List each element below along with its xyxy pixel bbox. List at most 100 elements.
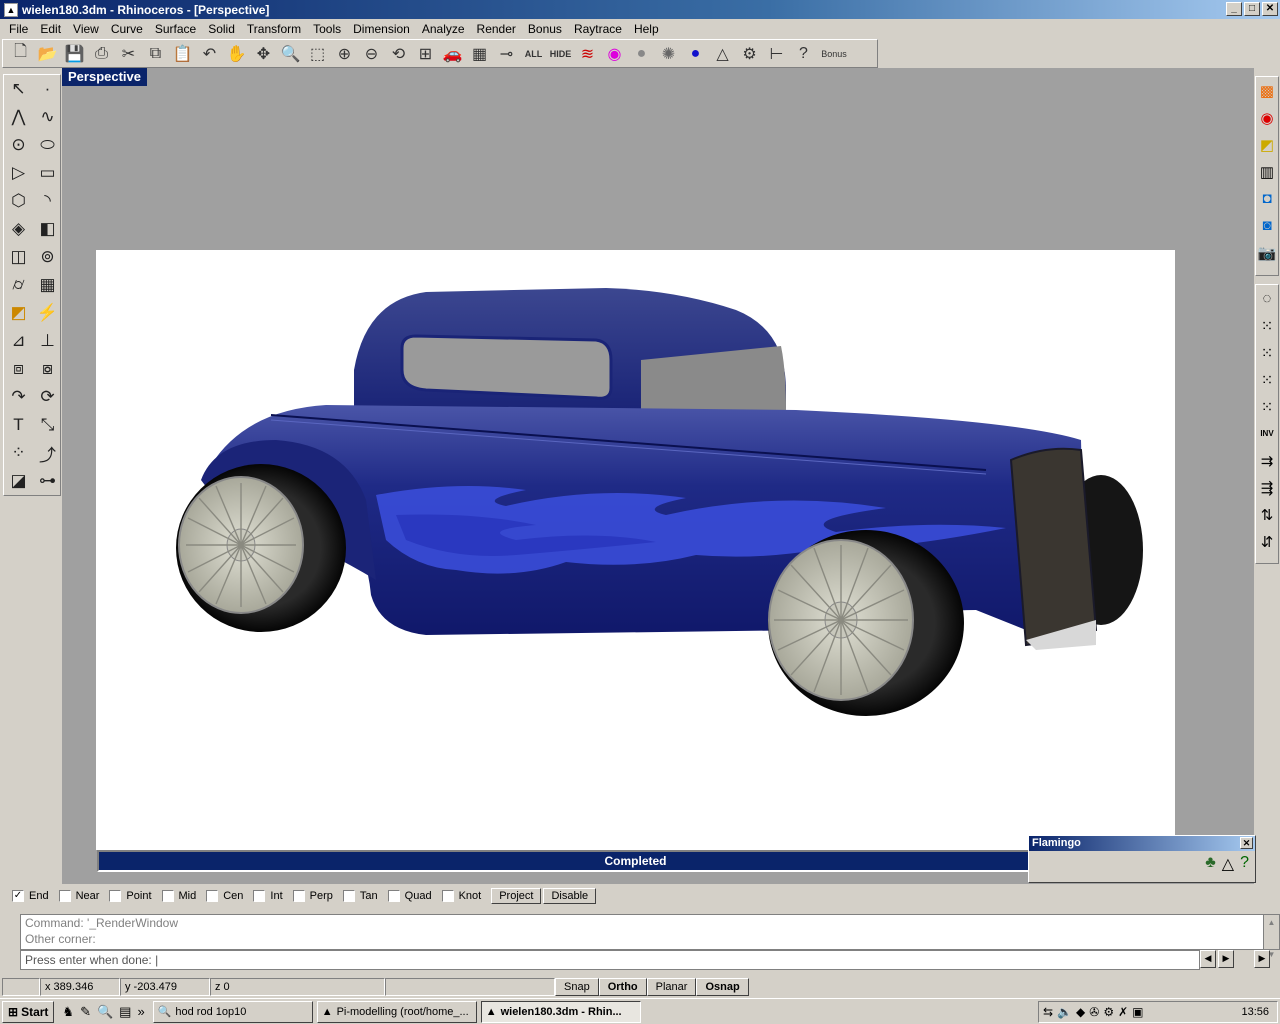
menu-solid[interactable]: Solid <box>202 22 241 36</box>
tray-app-icon-5[interactable]: ▣ <box>1132 1005 1143 1019</box>
points-row-icon[interactable]: ⁙ <box>1256 366 1278 393</box>
dimension-icon[interactable]: ⊢ <box>763 41 790 67</box>
box-icon[interactable]: ◫ <box>4 243 33 271</box>
texture-icon[interactable]: ▥ <box>1256 158 1278 185</box>
surface-points-icon[interactable]: ◈ <box>4 215 33 243</box>
rectangle-icon[interactable]: ▭ <box>33 159 62 187</box>
osnap-end[interactable]: ✓ End <box>12 890 49 902</box>
zoom-window-icon[interactable]: ⬚ <box>304 41 331 67</box>
ortho-toggle[interactable]: Ortho <box>598 977 647 996</box>
tray-network-icon[interactable]: ⇆ <box>1043 1005 1053 1019</box>
task-wielen180[interactable]: ▲ wielen180.3dm - Rhin... <box>480 1000 641 1023</box>
osnap-int[interactable]: Int <box>253 890 283 902</box>
tray-app-icon-2[interactable]: ✇ <box>1089 1005 1099 1019</box>
scale-icon[interactable]: ⤡ <box>33 411 62 439</box>
osnap-point[interactable]: Point <box>109 890 152 902</box>
ellipse-icon[interactable]: ⬭ <box>33 131 62 159</box>
osnap-tan[interactable]: Tan <box>342 890 378 902</box>
polygon-icon[interactable]: ▷ <box>4 159 33 187</box>
help-icon[interactable]: ? <box>790 41 817 67</box>
four-viewports-icon[interactable]: ⊞ <box>412 41 439 67</box>
circle-icon[interactable]: ⊙ <box>4 131 33 159</box>
points-grid-icon[interactable]: ⁙ <box>1256 339 1278 366</box>
mesh-icon[interactable]: ▦ <box>33 271 62 299</box>
osnap-point-checkbox[interactable] <box>109 890 122 902</box>
menu-tools[interactable]: Tools <box>307 22 347 36</box>
cylinder-icon[interactable]: ⌭ <box>4 271 33 299</box>
decal-edit-icon[interactable]: ◙ <box>1256 212 1278 239</box>
menu-transform[interactable]: Transform <box>241 22 307 36</box>
osnap-tan-checkbox[interactable] <box>342 890 355 902</box>
layer-cell[interactable] <box>385 977 555 996</box>
show-all-button[interactable]: ALL <box>520 41 547 67</box>
close-button[interactable]: ✕ <box>1262 2 1278 16</box>
undo-view-icon[interactable]: ⟲ <box>385 41 412 67</box>
osnap-near[interactable]: Near <box>58 890 99 902</box>
menu-help[interactable]: Help <box>628 22 665 36</box>
blue-sphere-icon[interactable]: ● <box>682 41 709 67</box>
tray-volume-icon[interactable]: 🔈 <box>1057 1005 1072 1019</box>
planar-toggle[interactable]: Planar <box>646 977 697 996</box>
command-scroll-end-button[interactable]: ▶ <box>1254 950 1270 968</box>
quicklaunch-app-icon-2[interactable]: ✎ <box>80 1004 91 1020</box>
invert-selection-button[interactable]: INV <box>1256 420 1278 447</box>
quicklaunch-app-icon-1[interactable]: ♞ <box>62 1004 74 1020</box>
print-icon[interactable]: ⎙ <box>88 41 115 67</box>
osnap-quad-checkbox[interactable] <box>387 890 400 902</box>
command-history-scrollbar[interactable]: ▲ ▼ <box>1263 915 1279 959</box>
lasso-icon[interactable]: ◌ <box>1256 285 1278 312</box>
layers-icon[interactable]: ≋ <box>574 41 601 67</box>
osnap-cen[interactable]: Cen <box>206 890 243 902</box>
split-icon[interactable]: ⊥ <box>33 327 62 355</box>
zoom-selected-icon[interactable]: ⊖ <box>358 41 385 67</box>
dimension-tool-icon[interactable]: ⊶ <box>33 467 62 495</box>
settings-gear-icon[interactable]: ⚙ <box>736 41 763 67</box>
ungroup-icon[interactable]: ⧇ <box>33 355 62 383</box>
pan-hand-icon[interactable]: ✋ <box>223 41 250 67</box>
bonus-button[interactable]: Bonus <box>817 41 851 67</box>
polyline-icon[interactable]: ⋀ <box>4 103 33 131</box>
points-off-icon[interactable]: ⁙ <box>1256 393 1278 420</box>
tray-app-icon-4[interactable]: ✗ <box>1118 1005 1128 1019</box>
maximize-button[interactable]: □ <box>1244 2 1260 16</box>
snap-toggle[interactable]: Snap <box>555 977 599 996</box>
surface-edit-icon[interactable]: ◧ <box>33 215 62 243</box>
curve-icon[interactable]: ∿ <box>33 103 62 131</box>
camera-icon[interactable]: 📷 <box>1256 239 1278 266</box>
decal-icon[interactable]: ◘ <box>1256 185 1278 212</box>
viewport-label[interactable]: Perspective <box>62 68 147 86</box>
menu-edit[interactable]: Edit <box>34 22 67 36</box>
menu-dimension[interactable]: Dimension <box>347 22 416 36</box>
flamingo-help-icon[interactable]: ? <box>1240 854 1249 874</box>
select-uv-icon[interactable]: ⇶ <box>1256 474 1278 501</box>
cut-icon[interactable]: ✂ <box>115 41 142 67</box>
menu-curve[interactable]: Curve <box>105 22 149 36</box>
command-scroll-right-button[interactable]: ▶ <box>1218 950 1234 968</box>
new-file-icon[interactable]: 🗋 <box>7 41 34 67</box>
rotate-view-icon[interactable]: ✥ <box>250 41 277 67</box>
layout-icon[interactable]: ◪ <box>4 467 33 495</box>
menu-render[interactable]: Render <box>471 22 522 36</box>
command-prompt[interactable]: Press enter when done: | <box>20 950 1200 970</box>
osnap-toggle[interactable]: Osnap <box>696 977 749 996</box>
edit-points-icon[interactable]: ◩ <box>4 299 33 327</box>
osnap-int-checkbox[interactable] <box>253 890 266 902</box>
material-sphere-icon[interactable]: ● <box>628 41 655 67</box>
menu-raytrace[interactable]: Raytrace <box>568 22 628 36</box>
undo-icon[interactable]: ↶ <box>196 41 223 67</box>
menu-bonus[interactable]: Bonus <box>522 22 568 36</box>
open-file-icon[interactable]: 📂 <box>34 41 61 67</box>
save-icon[interactable]: 💾 <box>61 41 88 67</box>
quicklaunch-more[interactable]: » <box>137 1004 144 1020</box>
osnap-quad[interactable]: Quad <box>387 890 432 902</box>
menu-view[interactable]: View <box>67 22 105 36</box>
rhino-app-icon[interactable]: ▲ <box>4 2 18 17</box>
command-history[interactable]: Command: '_RenderWindow Other corner: ▲ ▼ <box>20 914 1280 959</box>
select-arrow-icon[interactable]: ↖ <box>4 75 33 103</box>
osnap-knot-checkbox[interactable] <box>441 890 454 902</box>
minimize-button[interactable]: _ <box>1226 2 1242 16</box>
perspective-viewport[interactable]: Perspective <box>62 68 1254 884</box>
array-icon[interactable]: ⁘ <box>4 439 33 467</box>
tray-app-icon-3[interactable]: ⚙ <box>1103 1005 1114 1019</box>
osnap-disable-button[interactable]: Disable <box>543 888 597 904</box>
